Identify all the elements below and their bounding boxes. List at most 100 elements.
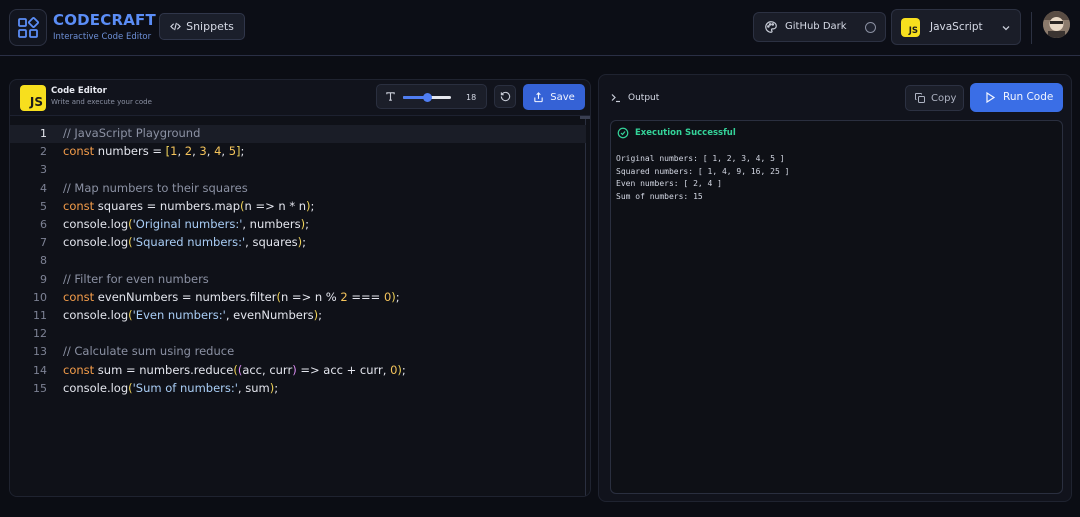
code-line[interactable]: 2 const numbers = [1, 2, 3, 4, 5]; (10, 143, 586, 161)
code-token: 'Original numbers:' (132, 217, 243, 231)
language-selector[interactable]: JS JavaScript (891, 9, 1021, 45)
run-code-button[interactable]: Run Code (970, 83, 1063, 112)
code-editor[interactable]: 1// JavaScript Playground 2 const numbers … (10, 115, 590, 496)
theme-selector[interactable]: GitHub Dark (753, 12, 886, 42)
output-console: Execution Successful Original numbers: [… (610, 120, 1063, 494)
code-text: const evenNumbers = numbers.filter(n => … (63, 290, 400, 304)
code-token: === (347, 289, 384, 304)
code-token: ; (240, 144, 245, 159)
code-token: ; (395, 289, 400, 304)
code-token: const (63, 362, 95, 377)
code-token: 5 (228, 144, 237, 159)
user-avatar[interactable] (1043, 11, 1070, 38)
font-size-value: 18 (466, 93, 477, 102)
code-token: ; (305, 217, 309, 231)
code-text: console.log('Original numbers:', numbers… (63, 217, 309, 231)
copy-button[interactable]: Copy (905, 85, 964, 111)
code-token: acc, curr (242, 362, 293, 377)
code-token: 2 (184, 144, 193, 159)
code-token: 'Even numbers:' (132, 308, 226, 322)
type-icon (386, 92, 395, 101)
save-button[interactable]: Save (523, 84, 585, 110)
check-circle-icon (617, 127, 629, 139)
code-text: // JavaScript Playground (63, 126, 200, 140)
snippets-label: Snippets (186, 20, 234, 33)
line-number: 12 (33, 327, 47, 341)
code-editor-panel: JS Code Editor Write and execute your co… (9, 79, 591, 497)
code-line[interactable]: 6 console.log('Original numbers:', number… (10, 216, 586, 234)
line-number: 8 (40, 254, 47, 268)
brand-subtitle: Interactive Code Editor (53, 32, 152, 42)
palette-icon (765, 21, 777, 33)
code-line[interactable]: 11 console.log('Even numbers:', evenNumbe… (10, 307, 586, 325)
line-number: 13 (33, 345, 47, 359)
output-line: Original numbers: [ 1, 2, 3, 4, 5 ] (616, 154, 785, 163)
code-text: const squares = numbers.map(n => n * n); (63, 199, 314, 213)
code-line[interactable]: 13 // Calculate sum using reduce (10, 343, 586, 361)
font-size-slider[interactable] (403, 93, 451, 102)
code-token: console.log (63, 308, 129, 322)
code-token: sum = numbers.reduce (94, 362, 234, 377)
javascript-logo: JS (20, 85, 46, 111)
code-token: , sum (237, 380, 270, 395)
code-line[interactable]: 5 const squares = numbers.map(n => n * n)… (10, 198, 586, 216)
code-line[interactable]: 3 (10, 161, 586, 179)
execution-status: Execution Successful (617, 127, 736, 139)
slider-thumb[interactable] (423, 93, 433, 102)
code-line[interactable]: 9 // Filter for even numbers (10, 271, 586, 289)
blocks-icon (18, 16, 39, 38)
code-token: console.log (63, 217, 129, 231)
line-number: 11 (33, 309, 47, 322)
copy-label: Copy (931, 93, 957, 104)
reset-button[interactable] (494, 85, 516, 108)
code-token: ; (401, 362, 406, 377)
code-token: 'Squared numbers:' (132, 235, 246, 250)
code-line[interactable]: 4 // Map numbers to their squares (10, 180, 586, 198)
code-token: , evenNumbers (225, 308, 314, 322)
code-token: ; (302, 235, 307, 250)
code-token: const (63, 144, 95, 159)
code-token: const (63, 198, 95, 213)
line-number: 10 (33, 290, 47, 304)
line-number: 6 (40, 218, 47, 231)
output-panel: Output Copy Run Code Execution Successfu… (598, 74, 1072, 502)
header-divider (1031, 12, 1032, 44)
code-line[interactable]: 12 (10, 325, 586, 343)
code-token: // Map numbers to their squares (63, 180, 248, 195)
snippets-button[interactable]: Snippets (159, 13, 245, 40)
code-text: // Map numbers to their squares (63, 181, 248, 195)
output-title: Output (628, 93, 660, 103)
logo[interactable] (9, 9, 47, 46)
code-line[interactable]: 15 console.log('Sum of numbers:', sum); (10, 380, 586, 398)
code-line[interactable]: 7 console.log('Squared numbers:', squares… (10, 234, 586, 252)
save-label: Save (550, 91, 575, 103)
code-token: , (221, 144, 229, 159)
code-token: console.log (63, 235, 129, 250)
editor-scrollbar-thumb[interactable] (580, 116, 590, 119)
line-number: 1 (40, 127, 47, 140)
code-token: n => n * n (244, 198, 307, 213)
code-text: console.log('Sum of numbers:', sum); (63, 381, 278, 395)
run-code-label: Run Code (1003, 91, 1054, 103)
output-line: Squared numbers: [ 1, 4, 9, 16, 25 ] (616, 166, 790, 176)
code-line[interactable]: 10 const evenNumbers = numbers.filter(n =… (10, 289, 586, 307)
line-number: 3 (40, 163, 47, 177)
code-token: evenNumbers = numbers.filter (94, 289, 277, 304)
code-line[interactable]: 1 // JavaScript Playground (10, 125, 586, 143)
output-lines: Original numbers: [ 1, 2, 3, 4, 5 ] Squar… (616, 153, 789, 203)
output-line: Even numbers: [ 2, 4 ] (616, 179, 722, 188)
line-number: 14 (33, 363, 47, 377)
brand-title: CODECRAFT (53, 11, 156, 29)
code-token: => acc + curr, (296, 362, 391, 377)
code-text: console.log('Even numbers:', evenNumbers… (63, 308, 322, 322)
code-token: // JavaScript Playground (63, 126, 201, 140)
code-token: , (206, 144, 215, 159)
code-token: console.log (63, 380, 129, 395)
theme-label: GitHub Dark (785, 21, 847, 32)
code-text: // Calculate sum using reduce (63, 344, 234, 358)
terminal-icon (611, 94, 620, 103)
code-line[interactable]: 14 const sum = numbers.reduce((acc, curr)… (10, 362, 586, 380)
code-line[interactable]: 8 (10, 252, 586, 270)
code-token: 2 (340, 289, 348, 304)
code-text: // Filter for even numbers (63, 272, 209, 286)
